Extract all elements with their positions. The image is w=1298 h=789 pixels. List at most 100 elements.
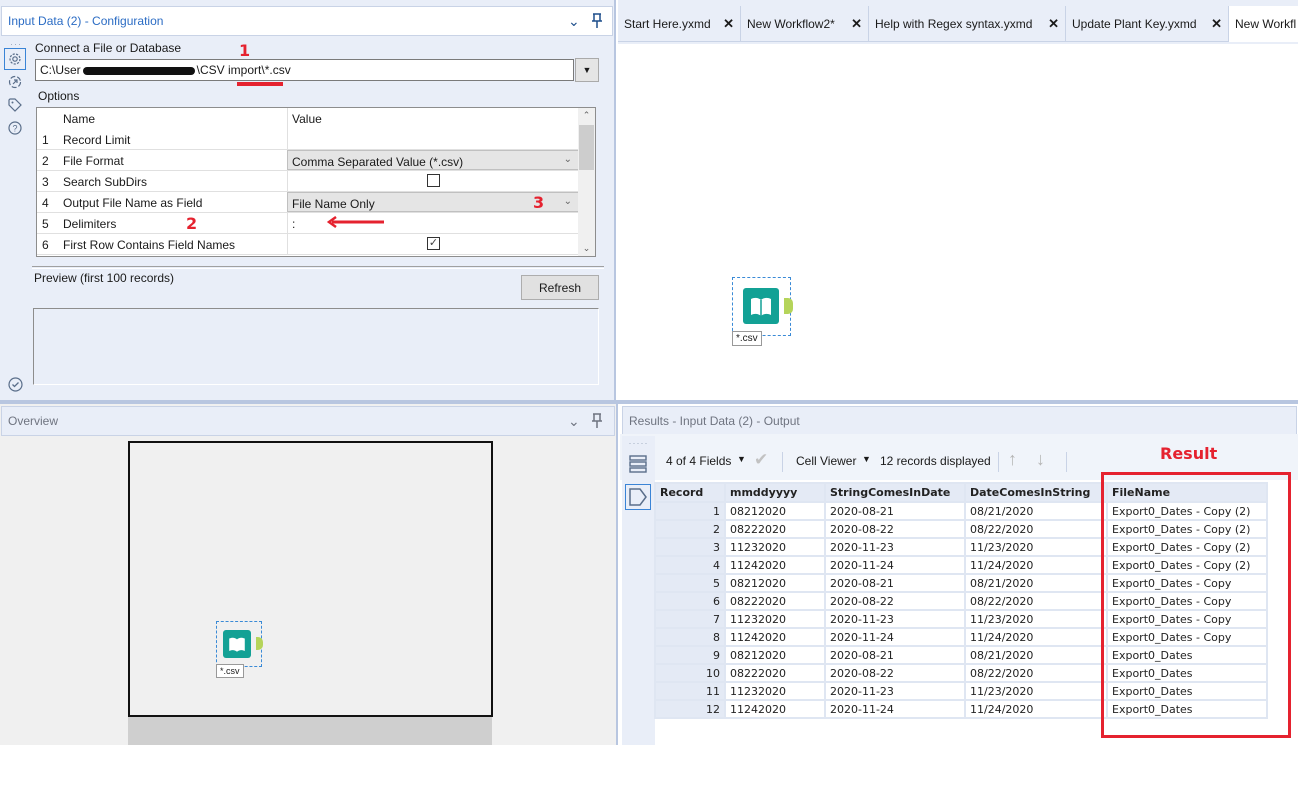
table-cell[interactable]: 08212020 [724,645,826,665]
record-number-cell[interactable]: 5 [654,573,726,593]
option-row[interactable]: 2 File Format Comma Separated Value (*.c… [37,150,579,171]
table-cell[interactable]: 11/23/2020 [964,681,1108,701]
table-cell[interactable]: 11/24/2020 [964,627,1108,647]
first-row-field-names-checkbox[interactable]: ✓ [427,237,440,250]
table-cell[interactable]: 11242020 [724,627,826,647]
table-cell[interactable]: 2020-11-24 [824,699,966,719]
record-number-cell[interactable]: 9 [654,645,726,665]
pin-icon[interactable] [590,13,604,32]
refresh-button[interactable]: Refresh [521,275,599,300]
option-row[interactable]: 6 First Row Contains Field Names ✓ [37,234,579,255]
close-icon[interactable]: ✕ [851,16,862,32]
table-cell[interactable]: 2020-08-22 [824,663,966,683]
scroll-down-icon[interactable]: ⌄ [578,243,595,254]
workflow-canvas[interactable]: *.csv [618,44,1298,400]
apply-check-icon[interactable]: ✔ [754,450,768,470]
table-cell[interactable]: 08212020 [724,501,826,521]
close-icon[interactable]: ✕ [1211,16,1222,32]
table-cell[interactable]: 11/23/2020 [964,537,1108,557]
option-row[interactable]: 4 Output File Name as Field File Name On… [37,192,579,213]
table-cell[interactable]: 08/22/2020 [964,663,1108,683]
record-limit-input[interactable] [287,129,579,149]
fields-dropdown-icon[interactable]: ▼ [737,454,746,464]
table-cell[interactable]: 08/21/2020 [964,501,1108,521]
input-data-tool[interactable]: *.csv [732,277,793,346]
file-format-select[interactable]: Comma Separated Value (*.csv) ⌄ [287,150,579,170]
table-cell[interactable]: 2020-08-21 [824,573,966,593]
fields-selector[interactable]: 4 of 4 Fields [666,454,731,468]
chevron-down-icon[interactable]: ⌄ [568,13,580,30]
tag-icon[interactable] [4,94,26,116]
validate-check-icon[interactable] [8,377,23,395]
record-number-cell[interactable]: 2 [654,519,726,539]
table-cell[interactable]: 08222020 [724,519,826,539]
column-header[interactable]: StringComesInDate [824,482,966,503]
table-cell[interactable]: 08212020 [724,573,826,593]
help-icon[interactable]: ? [4,117,26,139]
table-cell[interactable]: 08/21/2020 [964,645,1108,665]
table-cell[interactable]: 11232020 [724,609,826,629]
table-cell[interactable]: 2020-08-21 [824,645,966,665]
record-number-cell[interactable]: 12 [654,699,726,719]
chevron-down-icon[interactable]: ⌄ [568,413,580,430]
pin-icon[interactable] [590,413,604,432]
arrow-up-icon[interactable]: ↑ [1008,449,1017,470]
scroll-up-icon[interactable]: ⌃ [578,110,595,121]
table-cell[interactable]: 11242020 [724,555,826,575]
record-number-cell[interactable]: 3 [654,537,726,557]
close-icon[interactable]: ✕ [1048,16,1059,32]
table-cell[interactable]: 08222020 [724,591,826,611]
tab-update-plant-key[interactable]: Update Plant Key.yxmd ✕ [1066,6,1229,42]
metadata-view-icon[interactable] [625,484,651,510]
table-cell[interactable]: 2020-11-23 [824,609,966,629]
table-cell[interactable]: 2020-11-24 [824,555,966,575]
table-cell[interactable]: 11/24/2020 [964,555,1108,575]
table-cell[interactable]: 2020-11-23 [824,537,966,557]
table-cell[interactable]: 11242020 [724,699,826,719]
drag-handle-icon[interactable]: ····· [622,439,655,448]
table-cell[interactable]: 2020-08-21 [824,501,966,521]
tab-new-workflow-active[interactable]: New Workfl [1229,6,1298,42]
overview-viewport[interactable]: *.csv [128,441,493,717]
record-number-cell[interactable]: 7 [654,609,726,629]
table-cell[interactable]: 08/21/2020 [964,573,1108,593]
column-header[interactable]: DateComesInString [964,482,1108,503]
record-number-cell[interactable]: 1 [654,501,726,521]
options-scrollbar[interactable]: ⌃ ⌄ [578,108,595,256]
record-number-cell[interactable]: 10 [654,663,726,683]
option-row[interactable]: 1 Record Limit [37,129,579,150]
option-row[interactable]: 3 Search SubDirs [37,171,579,192]
table-cell[interactable]: 2020-08-22 [824,591,966,611]
option-row[interactable]: 5 Delimiters : [37,213,579,234]
cell-viewer-selector[interactable]: Cell Viewer [796,454,856,468]
list-view-icon[interactable] [629,455,655,476]
navigate-icon[interactable] [4,71,26,93]
arrow-down-icon[interactable]: ↓ [1036,449,1045,470]
scrollbar-thumb[interactable] [579,125,594,170]
column-header[interactable]: Record [654,482,726,503]
cell-viewer-dropdown-icon[interactable]: ▼ [862,454,871,464]
table-cell[interactable]: 08222020 [724,663,826,683]
record-number-cell[interactable]: 4 [654,555,726,575]
column-header[interactable]: mmddyyyy [724,482,826,503]
table-cell[interactable]: 08/22/2020 [964,519,1108,539]
tab-help-regex[interactable]: Help with Regex syntax.yxmd ✕ [869,6,1066,42]
search-subdirs-checkbox[interactable] [427,174,440,187]
table-cell[interactable]: 2020-08-22 [824,519,966,539]
gear-icon[interactable] [4,48,26,70]
table-cell[interactable]: 2020-11-24 [824,627,966,647]
table-cell[interactable]: 11232020 [724,681,826,701]
record-number-cell[interactable]: 6 [654,591,726,611]
table-cell[interactable]: 08/22/2020 [964,591,1108,611]
table-cell[interactable]: 11232020 [724,537,826,557]
table-cell[interactable]: 2020-11-23 [824,681,966,701]
output-anchor[interactable] [784,298,793,314]
tab-start-here[interactable]: Start Here.yxmd ✕ [618,6,741,42]
table-cell[interactable]: 11/23/2020 [964,609,1108,629]
close-icon[interactable]: ✕ [723,16,734,32]
drag-handle-icon[interactable]: ··· [4,40,28,49]
record-number-cell[interactable]: 11 [654,681,726,701]
tab-new-workflow2[interactable]: New Workflow2* ✕ [741,6,869,42]
file-path-input[interactable]: C:\User \CSV import\*.csv [35,59,574,81]
path-dropdown-button[interactable]: ▼ [575,58,599,82]
